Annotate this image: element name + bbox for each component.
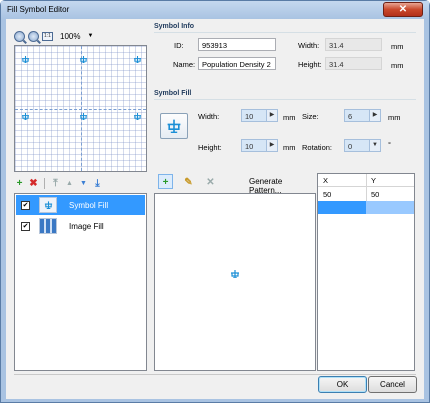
symbol-preview-canvas[interactable]: [14, 45, 147, 172]
symbol-fill-divider: [154, 99, 416, 100]
cancel-button[interactable]: Cancel: [368, 376, 417, 393]
dialog-client: 1:1 100% ▼ Symbol Info ID: 953913 Width:…: [6, 19, 424, 399]
preview-center-hline: [15, 109, 146, 110]
rotation-value[interactable]: 0: [344, 139, 370, 152]
cell-x-new[interactable]: [318, 201, 366, 214]
move-bottom-icon[interactable]: ⤓: [92, 178, 103, 189]
cell-y[interactable]: 50: [368, 188, 382, 201]
dialog-window: Fill Symbol Editor ✕ 1:1 100% ▼ Symbol I…: [0, 0, 430, 403]
id-label: ID:: [174, 41, 184, 50]
size-arrow-icon[interactable]: ▶: [370, 109, 381, 122]
column-header-x: X: [323, 176, 329, 185]
rotation-dropdown[interactable]: 0 ▼: [344, 139, 381, 152]
window-title: Fill Symbol Editor: [7, 5, 70, 14]
edit-point-icon[interactable]: ✎: [183, 177, 194, 188]
symbol-info-header: Symbol Info: [154, 23, 195, 30]
symbol-fill-header: Symbol Fill: [154, 90, 192, 97]
move-up-icon[interactable]: ▲: [64, 178, 75, 189]
id-field[interactable]: 953913: [198, 38, 276, 51]
fill-width-label: Width:: [198, 112, 220, 121]
fill-height-label: Height:: [198, 143, 222, 152]
width-info-value: 31.4: [325, 38, 382, 51]
delete-point-icon[interactable]: ✕: [205, 177, 216, 188]
height-info-label: Height:: [298, 60, 322, 69]
layer-checkbox[interactable]: ✔: [21, 221, 30, 231]
layer-label: Image Fill: [69, 221, 104, 231]
zoom-out-icon[interactable]: [28, 30, 39, 42]
height-info-value: 31.4: [325, 57, 382, 70]
add-point-icon[interactable]: +: [160, 177, 171, 188]
size-unit: mm: [388, 113, 401, 122]
fill-width-unit: mm: [283, 113, 296, 122]
layer-label: Symbol Fill: [69, 200, 109, 210]
coordinate-grid[interactable]: X Y 50 50: [317, 173, 415, 371]
move-top-icon[interactable]: ⤒: [50, 178, 61, 189]
zoom-dropdown-icon[interactable]: ▼: [87, 33, 93, 39]
move-down-icon[interactable]: ▼: [78, 178, 89, 189]
preview-toolbar: 1:1 100% ▼: [14, 29, 93, 43]
pattern-symbol-icon: [134, 113, 141, 120]
fill-height-unit: mm: [283, 143, 296, 152]
column-header-y: Y: [371, 176, 377, 185]
rotation-dropdown-icon[interactable]: ▼: [370, 139, 381, 152]
ok-button[interactable]: OK: [318, 376, 367, 393]
fill-height-spinner[interactable]: 10 ▶: [241, 139, 278, 152]
toolbar-separator: [44, 177, 45, 189]
layer-toolbar: + ✖ ⤒ ▲ ▼ ⤓: [14, 176, 103, 190]
title-bar[interactable]: Fill Symbol Editor ✕: [1, 1, 429, 19]
layer-item-symbol-fill[interactable]: ✔ Symbol Fill: [16, 195, 145, 215]
rotation-label: Rotation:: [302, 143, 333, 152]
zoom-level[interactable]: 100%: [60, 32, 80, 41]
size-label: Size:: [302, 112, 319, 121]
pattern-symbol-icon: [80, 56, 87, 63]
name-field[interactable]: Population Density 2: [198, 57, 276, 70]
layer-checkbox[interactable]: ✔: [21, 200, 30, 210]
pattern-symbol-icon: [80, 113, 87, 120]
symbol-fill-layer-icon: [39, 197, 57, 213]
name-label: Name:: [173, 60, 196, 69]
fill-width-arrow-icon[interactable]: ▶: [267, 109, 278, 122]
delete-layer-icon[interactable]: ✖: [28, 178, 39, 189]
width-info-label: Width:: [298, 41, 320, 50]
close-button[interactable]: ✕: [383, 2, 423, 17]
grid-column-divider: [366, 174, 367, 201]
image-fill-layer-icon: [39, 218, 57, 234]
height-info-unit: mm: [391, 61, 404, 70]
add-layer-icon[interactable]: +: [14, 178, 25, 189]
pattern-symbol-icon: [231, 270, 239, 278]
cell-x[interactable]: 50: [320, 188, 334, 201]
size-value[interactable]: 6: [344, 109, 370, 122]
population-symbol-icon: [167, 119, 181, 133]
grid-new-row[interactable]: [318, 201, 414, 214]
pattern-canvas[interactable]: [154, 193, 316, 371]
button-divider: [14, 374, 416, 375]
layer-list[interactable]: ✔ Symbol Fill ✔ Image Fill: [14, 193, 147, 371]
rotation-unit: °: [388, 140, 391, 149]
pattern-toolbar: + ✎ ✕ Generate Pattern...: [156, 176, 316, 195]
fill-width-value[interactable]: 10: [241, 109, 267, 122]
fill-symbol-select-button[interactable]: [160, 113, 188, 139]
cell-y-new[interactable]: [366, 201, 414, 214]
pattern-symbol-icon: [22, 113, 29, 120]
pattern-symbol-icon: [22, 56, 29, 63]
fill-height-value[interactable]: 10: [241, 139, 267, 152]
fill-width-spinner[interactable]: 10 ▶: [241, 109, 278, 122]
pattern-symbol-icon: [134, 56, 141, 63]
width-info-unit: mm: [391, 42, 404, 51]
size-spinner[interactable]: 6 ▶: [344, 109, 381, 122]
zoom-in-icon[interactable]: [14, 30, 25, 42]
symbol-info-divider: [154, 32, 416, 33]
layer-item-image-fill[interactable]: ✔ Image Fill: [16, 216, 145, 236]
actual-size-icon[interactable]: 1:1: [42, 31, 53, 41]
fill-height-arrow-icon[interactable]: ▶: [267, 139, 278, 152]
